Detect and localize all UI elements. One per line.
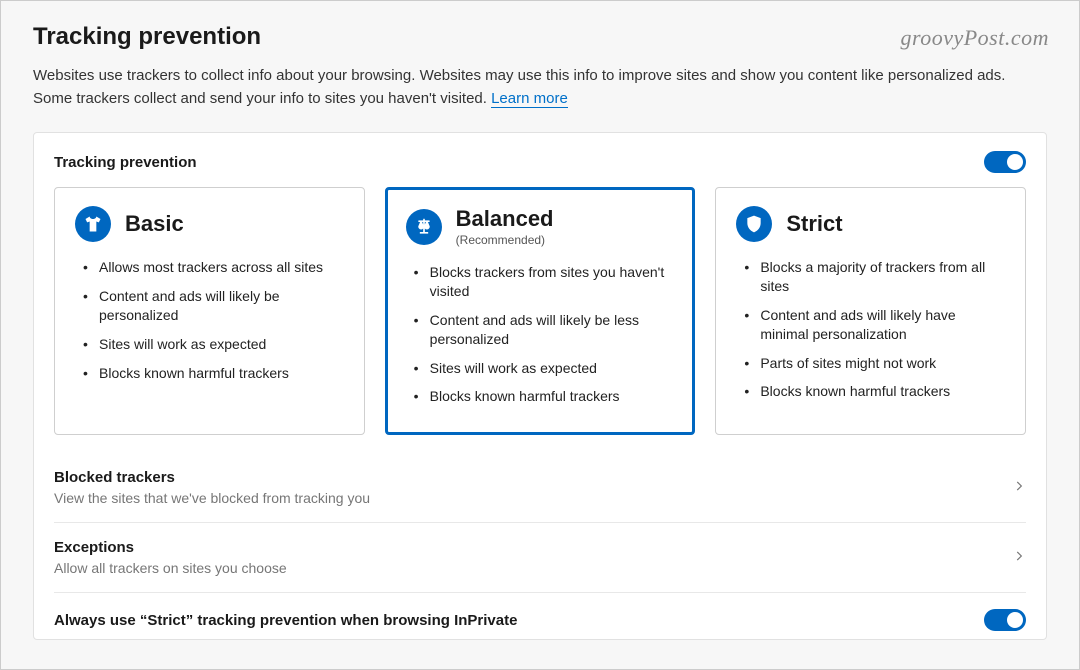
always-strict-title: Always use “Strict” tracking prevention … bbox=[54, 612, 517, 629]
level-basic-title: Basic bbox=[125, 211, 184, 237]
level-balanced-list: Blocks trackers from sites you haven't v… bbox=[406, 263, 677, 406]
level-balanced-subtitle: (Recommended) bbox=[456, 233, 554, 247]
level-strict[interactable]: Strict Blocks a majority of trackers fro… bbox=[715, 187, 1026, 435]
list-item: Parts of sites might not work bbox=[742, 354, 1007, 373]
list-item: Sites will work as expected bbox=[412, 359, 677, 378]
page-description: Websites use trackers to collect info ab… bbox=[33, 65, 1047, 110]
exceptions-desc: Allow all trackers on sites you choose bbox=[54, 560, 287, 576]
tracking-prevention-card: Tracking prevention Basic Allows most tr… bbox=[33, 132, 1047, 640]
divider bbox=[54, 522, 1026, 523]
blocked-trackers-desc: View the sites that we've blocked from t… bbox=[54, 490, 370, 506]
learn-more-link[interactable]: Learn more bbox=[491, 90, 568, 108]
always-strict-toggle[interactable] bbox=[984, 609, 1026, 631]
page-title: Tracking prevention bbox=[33, 23, 1047, 51]
tracking-prevention-toggle[interactable] bbox=[984, 151, 1026, 173]
divider bbox=[54, 592, 1026, 593]
tshirt-icon bbox=[75, 206, 111, 242]
blocked-trackers-row[interactable]: Blocked trackers View the sites that we'… bbox=[54, 459, 1026, 516]
always-strict-row: Always use “Strict” tracking prevention … bbox=[54, 599, 1026, 631]
toggle-knob bbox=[1007, 612, 1023, 628]
list-item: Blocks known harmful trackers bbox=[742, 382, 1007, 401]
level-basic[interactable]: Basic Allows most trackers across all si… bbox=[54, 187, 365, 435]
exceptions-title: Exceptions bbox=[54, 539, 287, 556]
card-title: Tracking prevention bbox=[54, 154, 197, 171]
level-strict-list: Blocks a majority of trackers from all s… bbox=[736, 258, 1007, 401]
list-item: Blocks known harmful trackers bbox=[81, 364, 346, 383]
shield-icon bbox=[736, 206, 772, 242]
level-balanced-title: Balanced bbox=[456, 206, 554, 232]
level-basic-list: Allows most trackers across all sites Co… bbox=[75, 258, 346, 382]
list-item: Content and ads will likely be less pers… bbox=[412, 311, 677, 349]
toggle-knob bbox=[1007, 154, 1023, 170]
list-item: Allows most trackers across all sites bbox=[81, 258, 346, 277]
list-item: Blocks a majority of trackers from all s… bbox=[742, 258, 1007, 296]
exceptions-row[interactable]: Exceptions Allow all trackers on sites y… bbox=[54, 529, 1026, 586]
level-strict-title: Strict bbox=[786, 211, 842, 237]
level-balanced[interactable]: Balanced (Recommended) Blocks trackers f… bbox=[385, 187, 696, 435]
chevron-right-icon bbox=[1012, 477, 1026, 498]
list-item: Content and ads will likely be personali… bbox=[81, 287, 346, 325]
level-options: Basic Allows most trackers across all si… bbox=[54, 187, 1026, 435]
list-item: Sites will work as expected bbox=[81, 335, 346, 354]
watermark-text: groovyPost.com bbox=[900, 25, 1049, 51]
chevron-right-icon bbox=[1012, 547, 1026, 568]
list-item: Content and ads will likely have minimal… bbox=[742, 306, 1007, 344]
list-item: Blocks trackers from sites you haven't v… bbox=[412, 263, 677, 301]
blocked-trackers-title: Blocked trackers bbox=[54, 469, 370, 486]
list-item: Blocks known harmful trackers bbox=[412, 387, 677, 406]
scales-icon bbox=[406, 209, 442, 245]
